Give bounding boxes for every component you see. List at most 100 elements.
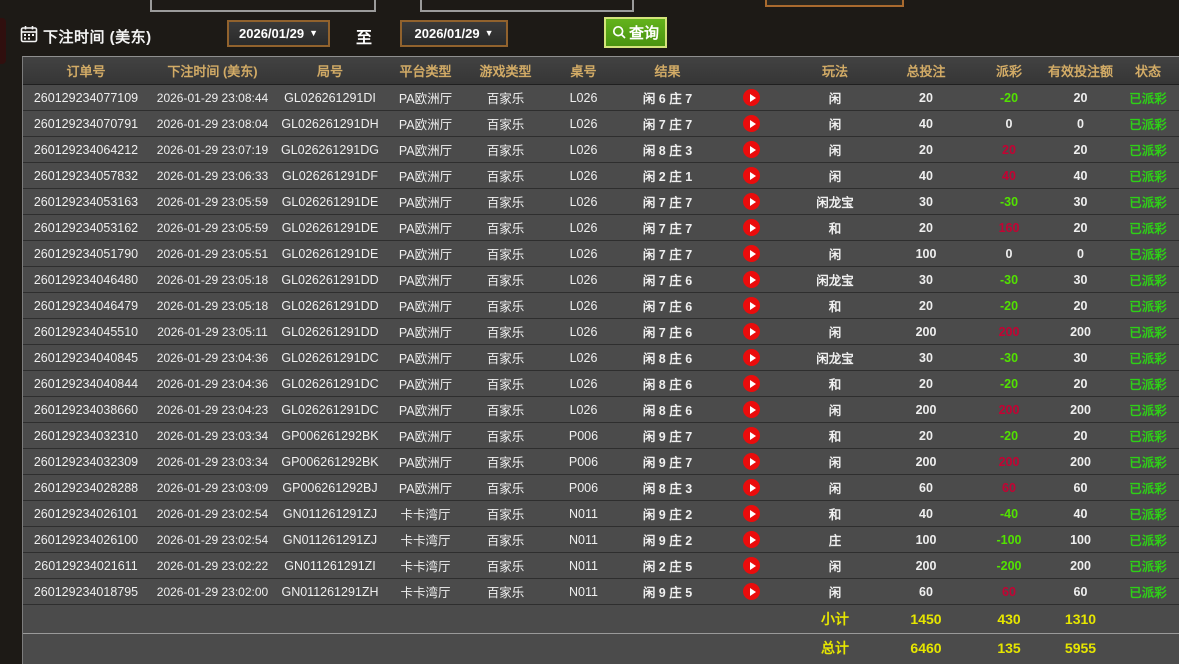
cell-status: 已派彩 <box>1116 137 1179 163</box>
date-from-select[interactable]: 2026/01/29 ▼ <box>227 20 330 47</box>
cell-payout: -40 <box>973 501 1045 527</box>
subtotal-payout: 430 <box>973 605 1045 634</box>
replay-play-icon[interactable] <box>743 401 760 418</box>
cell-total-bet: 40 <box>879 111 973 137</box>
replay-play-icon[interactable] <box>743 323 760 340</box>
cell-table-no: L026 <box>544 163 623 189</box>
replay-play-icon[interactable] <box>743 479 760 496</box>
cell-bet-time: 2026-01-29 23:02:54 <box>149 527 276 553</box>
cell-play-type: 闲 <box>791 579 879 605</box>
cell-result: 闲 7 庄 6 <box>623 267 712 293</box>
cell-play-type: 闲 <box>791 553 879 579</box>
cell-total-bet: 200 <box>879 397 973 423</box>
cell-table-no: L026 <box>544 345 623 371</box>
replay-play-icon[interactable] <box>743 271 760 288</box>
cell-bet-time: 2026-01-29 23:08:44 <box>149 85 276 111</box>
cell-play-type: 闲 <box>791 111 879 137</box>
table-row: 2601292340464802026-01-29 23:05:18GL0262… <box>23 267 1179 293</box>
cell-play-type: 闲龙宝 <box>791 345 879 371</box>
cell-bet-time: 2026-01-29 23:04:23 <box>149 397 276 423</box>
cell-table-no: L026 <box>544 371 623 397</box>
cell-total-bet: 20 <box>879 423 973 449</box>
replay-play-icon[interactable] <box>743 557 760 574</box>
cell-status: 已派彩 <box>1116 579 1179 605</box>
replay-play-icon[interactable] <box>743 427 760 444</box>
replay-play-icon[interactable] <box>743 297 760 314</box>
replay-play-icon[interactable] <box>743 583 760 600</box>
cell-replay <box>712 319 791 345</box>
cell-valid-bet: 20 <box>1045 371 1116 397</box>
cell-valid-bet: 20 <box>1045 423 1116 449</box>
cell-valid-bet: 100 <box>1045 527 1116 553</box>
table-row: 2601292340771092026-01-29 23:08:44GL0262… <box>23 85 1179 111</box>
cell-play-type: 闲 <box>791 397 879 423</box>
replay-play-icon[interactable] <box>743 89 760 106</box>
cell-replay <box>712 527 791 553</box>
replay-play-icon[interactable] <box>743 505 760 522</box>
cell-game-type: 百家乐 <box>467 163 544 189</box>
cell-status: 已派彩 <box>1116 267 1179 293</box>
date-to-select[interactable]: 2026/01/29 ▼ <box>400 20 508 47</box>
cell-status: 已派彩 <box>1116 241 1179 267</box>
cell-game-no: GL026261291DD <box>276 267 384 293</box>
cell-replay <box>712 215 791 241</box>
table-row: 2601292340323102026-01-29 23:03:34GP0062… <box>23 423 1179 449</box>
replay-play-icon[interactable] <box>743 219 760 236</box>
cell-order-no: 260129234032309 <box>23 449 149 475</box>
replay-play-icon[interactable] <box>743 349 760 366</box>
cell-order-no: 260129234046479 <box>23 293 149 319</box>
cell-game-no: GL026261291DC <box>276 345 384 371</box>
replay-play-icon[interactable] <box>743 453 760 470</box>
cell-table-no: P006 <box>544 423 623 449</box>
cell-status: 已派彩 <box>1116 85 1179 111</box>
cell-result: 闲 2 庄 1 <box>623 163 712 189</box>
cell-result: 闲 8 庄 3 <box>623 137 712 163</box>
cell-result: 闲 7 庄 6 <box>623 319 712 345</box>
cell-game-no: GL026261291DG <box>276 137 384 163</box>
cell-valid-bet: 40 <box>1045 501 1116 527</box>
cell-valid-bet: 200 <box>1045 553 1116 579</box>
header-status: 状态 <box>1116 57 1179 85</box>
cell-table-no: N011 <box>544 579 623 605</box>
query-button[interactable]: 查询 <box>604 17 667 48</box>
cell-payout: 0 <box>973 111 1045 137</box>
cell-payout: 40 <box>973 163 1045 189</box>
replay-play-icon[interactable] <box>743 193 760 210</box>
cell-platform: 卡卡湾厅 <box>384 579 467 605</box>
cell-payout: -30 <box>973 267 1045 293</box>
header-result: 结果 <box>623 57 712 85</box>
cell-total-bet: 200 <box>879 553 973 579</box>
cell-order-no: 260129234018795 <box>23 579 149 605</box>
cell-result: 闲 2 庄 5 <box>623 553 712 579</box>
cell-platform: PA欧洲厅 <box>384 293 467 319</box>
cell-table-no: L026 <box>544 137 623 163</box>
header-bet-time: 下注时间 (美东) <box>149 57 276 85</box>
header-play-type: 玩法 <box>791 57 879 85</box>
cell-play-type: 闲 <box>791 137 879 163</box>
header-total-bet: 总投注 <box>879 57 973 85</box>
cell-replay <box>712 163 791 189</box>
cell-replay <box>712 397 791 423</box>
replay-play-icon[interactable] <box>743 115 760 132</box>
replay-play-icon[interactable] <box>743 141 760 158</box>
cell-replay <box>712 345 791 371</box>
cell-game-no: GP006261292BJ <box>276 475 384 501</box>
cell-replay <box>712 449 791 475</box>
replay-play-icon[interactable] <box>743 167 760 184</box>
cell-bet-time: 2026-01-29 23:04:36 <box>149 371 276 397</box>
replay-play-icon[interactable] <box>743 531 760 548</box>
cell-bet-time: 2026-01-29 23:06:33 <box>149 163 276 189</box>
cell-payout: -20 <box>973 293 1045 319</box>
cell-platform: PA欧洲厅 <box>384 371 467 397</box>
cell-result: 闲 8 庄 6 <box>623 345 712 371</box>
cell-payout: 200 <box>973 397 1045 423</box>
cell-replay <box>712 111 791 137</box>
cell-play-type: 闲 <box>791 449 879 475</box>
replay-play-icon[interactable] <box>743 245 760 262</box>
header-platform-type: 平台类型 <box>384 57 467 85</box>
grand-total-payout: 135 <box>973 634 1045 663</box>
cell-total-bet: 200 <box>879 449 973 475</box>
cell-valid-bet: 60 <box>1045 475 1116 501</box>
replay-play-icon[interactable] <box>743 375 760 392</box>
cell-payout: 20 <box>973 137 1045 163</box>
